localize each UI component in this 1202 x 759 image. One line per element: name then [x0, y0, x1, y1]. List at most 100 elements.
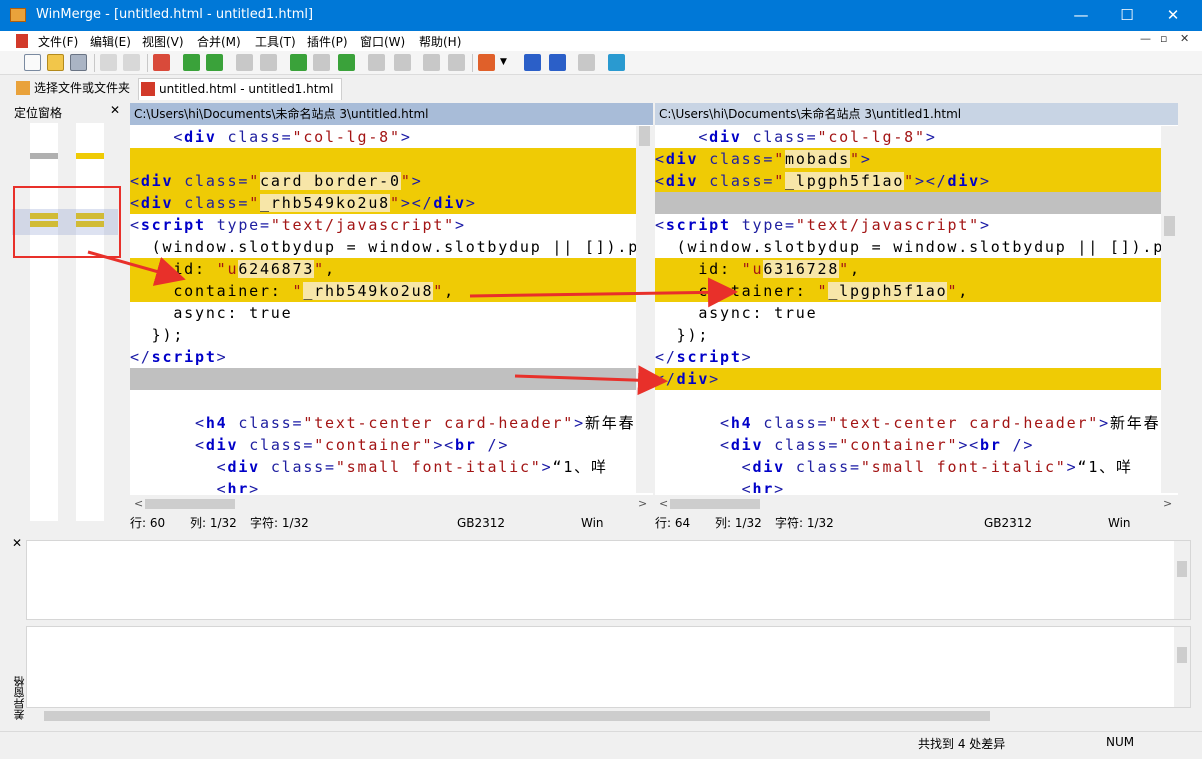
- code-line[interactable]: <div class="container"><br />: [655, 434, 1172, 456]
- code-line[interactable]: <h4 class="text-center card-header">新年春: [130, 412, 647, 434]
- left-vertical-scrollbar[interactable]: [636, 126, 653, 493]
- refresh-icon[interactable]: [608, 54, 625, 71]
- close-location-pane-button[interactable]: ✕: [110, 103, 120, 117]
- mdi-minimize-button[interactable]: —: [1140, 32, 1151, 45]
- code-gap-line[interactable]: [655, 192, 1172, 214]
- code-line[interactable]: container: "_rhb549ko2u8",: [130, 280, 647, 302]
- menu-edit[interactable]: 编辑(E): [90, 33, 131, 50]
- code-line[interactable]: <div class="small font-italic">“1、咩: [655, 456, 1172, 478]
- copy-all-left-icon[interactable]: [448, 54, 465, 71]
- next-diff-icon[interactable]: [183, 54, 200, 71]
- right-vertical-scrollbar[interactable]: [1161, 126, 1178, 493]
- code-line[interactable]: <h4 class="text-center card-header">新年春: [655, 412, 1172, 434]
- code-line[interactable]: [130, 148, 647, 170]
- right-code-view[interactable]: <div class="col-lg-8"> <div class="mobads…: [655, 126, 1172, 493]
- mdi-restore-button[interactable]: ▫: [1160, 32, 1167, 45]
- code-line[interactable]: </div>: [655, 368, 1172, 390]
- code-gap-line[interactable]: [130, 368, 647, 390]
- scrollbar-thumb[interactable]: [1177, 561, 1187, 577]
- collapse-icon[interactable]: [578, 54, 595, 71]
- code-line[interactable]: async: true: [130, 302, 647, 324]
- scroll-left-icon[interactable]: <: [659, 497, 668, 510]
- select-diff-icon[interactable]: [313, 54, 330, 71]
- code-line[interactable]: });: [130, 324, 647, 346]
- code-line[interactable]: (window.slotbydup = window.slotbydup || …: [130, 236, 647, 258]
- copy-left-icon[interactable]: [394, 54, 411, 71]
- tab-untitled-compare[interactable]: untitled.html - untitled1.html: [138, 78, 343, 100]
- tab-select-files[interactable]: 选择文件或文件夹: [14, 78, 130, 100]
- code-line[interactable]: <div class="col-lg-8">: [130, 126, 647, 148]
- scrollbar-thumb[interactable]: [1164, 216, 1175, 236]
- menu-tools[interactable]: 工具(T): [255, 33, 296, 50]
- menu-merge[interactable]: 合并(M): [197, 33, 241, 50]
- code-line[interactable]: <div class="_lpgph5f1ao"></div>: [655, 170, 1172, 192]
- compare-selection-icon[interactable]: [549, 54, 566, 71]
- left-code-view[interactable]: <div class="col-lg-8"> <div class="card b…: [130, 126, 647, 493]
- first-diff-icon[interactable]: [236, 54, 253, 71]
- diff-vertical-scrollbar[interactable]: [1174, 627, 1190, 707]
- code-line[interactable]: <hr>: [655, 478, 1172, 493]
- diff-pane-right-view[interactable]: [26, 626, 1191, 708]
- location-right-column[interactable]: [76, 123, 104, 521]
- current-diff-icon[interactable]: [290, 54, 307, 71]
- scroll-right-icon[interactable]: >: [1163, 497, 1172, 510]
- prev-diff-icon[interactable]: [206, 54, 223, 71]
- scrollbar-thumb[interactable]: [639, 126, 650, 146]
- code-line[interactable]: id: "u6246873",: [130, 258, 647, 280]
- code-line[interactable]: <script type="text/javascript">: [130, 214, 647, 236]
- code-line[interactable]: <div class="container"><br />: [130, 434, 647, 456]
- code-line[interactable]: </script>: [130, 346, 647, 368]
- code-line[interactable]: <div class="_rhb549ko2u8"></div>: [130, 192, 647, 214]
- code-line[interactable]: (window.slotbydup = window.slotbydup || …: [655, 236, 1172, 258]
- menu-file[interactable]: 文件(F): [38, 33, 78, 50]
- last-diff-icon[interactable]: [260, 54, 277, 71]
- options-icon[interactable]: [478, 54, 495, 71]
- menu-help[interactable]: 帮助(H): [419, 33, 461, 50]
- save-icon[interactable]: [70, 54, 87, 71]
- scroll-left-icon[interactable]: <: [134, 497, 143, 510]
- menu-plugins[interactable]: 插件(P): [307, 33, 348, 50]
- copy-right-icon[interactable]: [368, 54, 385, 71]
- code-line[interactable]: <script type="text/javascript">: [655, 214, 1172, 236]
- merge-icon[interactable]: [153, 54, 170, 71]
- code-line[interactable]: <div class="small font-italic">“1、咩: [130, 456, 647, 478]
- code-line[interactable]: async: true: [655, 302, 1172, 324]
- code-line[interactable]: <div class="card border-0">: [130, 170, 647, 192]
- diff-vertical-scrollbar[interactable]: [1174, 541, 1190, 619]
- scrollbar-thumb[interactable]: [670, 499, 760, 509]
- scroll-right-icon[interactable]: >: [638, 497, 647, 510]
- minimize-button[interactable]: —: [1058, 0, 1104, 31]
- undo-icon[interactable]: [100, 54, 117, 71]
- copy-all-right-icon[interactable]: [423, 54, 440, 71]
- diff-pane-left-view[interactable]: [26, 540, 1191, 620]
- code-line[interactable]: });: [655, 324, 1172, 346]
- scrollbar-thumb[interactable]: [145, 499, 235, 509]
- all-diffs-icon[interactable]: [338, 54, 355, 71]
- close-diff-pane-button[interactable]: ✕: [12, 536, 22, 550]
- menu-window[interactable]: 窗口(W): [360, 33, 405, 50]
- redo-icon[interactable]: [123, 54, 140, 71]
- document-icon[interactable]: [16, 34, 28, 48]
- code-line[interactable]: <div class="mobads">: [655, 148, 1172, 170]
- diff-horizontal-scrollbar[interactable]: [28, 709, 1168, 723]
- code-line[interactable]: id: "u6316728",: [655, 258, 1172, 280]
- maximize-button[interactable]: ☐: [1104, 0, 1150, 31]
- scrollbar-thumb[interactable]: [44, 711, 990, 721]
- code-line[interactable]: container: "_lpgph5f1ao",: [655, 280, 1172, 302]
- menu-view[interactable]: 视图(V): [142, 33, 184, 50]
- code-line[interactable]: [655, 390, 1172, 412]
- new-icon[interactable]: [24, 54, 41, 71]
- location-left-column[interactable]: [30, 123, 58, 521]
- open-icon[interactable]: [47, 54, 64, 71]
- right-horizontal-scrollbar[interactable]: < >: [655, 495, 1178, 513]
- compare-icon[interactable]: [524, 54, 541, 71]
- left-horizontal-scrollbar[interactable]: < >: [130, 495, 653, 513]
- code-line[interactable]: </script>: [655, 346, 1172, 368]
- code-line[interactable]: [130, 390, 647, 412]
- close-window-button[interactable]: ✕: [1150, 0, 1196, 31]
- mdi-close-button[interactable]: ✕: [1180, 32, 1189, 45]
- scrollbar-thumb[interactable]: [1177, 647, 1187, 663]
- code-line[interactable]: <div class="col-lg-8">: [655, 126, 1172, 148]
- chevron-down-icon[interactable]: ▼: [500, 54, 510, 71]
- code-line[interactable]: <hr>: [130, 478, 647, 493]
